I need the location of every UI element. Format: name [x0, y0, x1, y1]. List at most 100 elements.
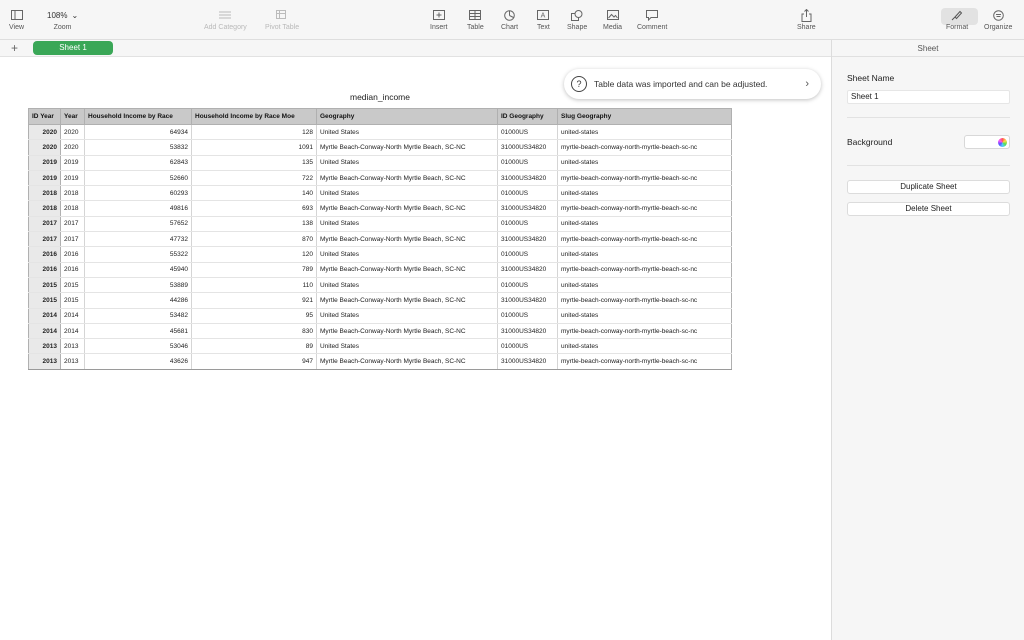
table-cell[interactable]: 2019 [60, 170, 85, 187]
header-cell[interactable]: Household Income by Race [84, 108, 192, 125]
table-cell[interactable]: united-states [557, 246, 732, 263]
table-cell[interactable]: 2020 [60, 123, 85, 141]
format-button[interactable]: Format [946, 7, 968, 31]
row-header-cell[interactable]: 2020 [28, 139, 61, 156]
table-cell[interactable]: 01000US [497, 215, 558, 233]
table-cell[interactable]: myrtle-beach-conway-north-myrtle-beach-s… [557, 231, 732, 248]
table-cell[interactable]: 44286 [84, 292, 192, 309]
help-icon[interactable]: ? [571, 76, 587, 92]
chevron-right-icon[interactable]: › [805, 78, 809, 90]
row-header-cell[interactable]: 2018 [28, 200, 61, 217]
table-button[interactable]: Table [467, 7, 484, 31]
table-cell[interactable]: United States [316, 246, 498, 263]
table-cell[interactable]: 2018 [60, 185, 85, 202]
media-button[interactable]: Media [603, 7, 622, 31]
table-cell[interactable]: 31000US34820 [497, 323, 558, 340]
row-header-cell[interactable]: 2016 [28, 262, 61, 278]
table-cell[interactable]: 43626 [84, 353, 192, 370]
row-header-cell[interactable]: 2016 [28, 246, 61, 263]
table-cell[interactable]: 62843 [84, 154, 192, 171]
row-header-cell[interactable]: 2019 [28, 154, 61, 171]
table-cell[interactable]: Myrtle Beach-Conway-North Myrtle Beach, … [316, 139, 498, 156]
table-cell[interactable]: 01000US [497, 276, 558, 294]
table-cell[interactable]: myrtle-beach-conway-north-myrtle-beach-s… [557, 292, 732, 309]
table-cell[interactable]: 870 [191, 231, 317, 248]
row-header-cell[interactable]: 2013 [28, 338, 61, 355]
table-cell[interactable]: myrtle-beach-conway-north-myrtle-beach-s… [557, 262, 732, 278]
table-cell[interactable]: 01000US [497, 338, 558, 355]
color-wheel-icon[interactable] [998, 138, 1007, 147]
table-cell[interactable]: 693 [191, 200, 317, 217]
table-cell[interactable]: United States [316, 307, 498, 324]
table-cell[interactable]: 2015 [60, 292, 85, 309]
row-header-cell[interactable]: 2015 [28, 276, 61, 294]
row-header-cell[interactable]: 2014 [28, 323, 61, 340]
table-cell[interactable]: 49816 [84, 200, 192, 217]
table-cell[interactable]: 89 [191, 338, 317, 355]
shape-button[interactable]: Shape [567, 7, 587, 31]
table-cell[interactable]: 138 [191, 215, 317, 233]
table-cell[interactable]: 2017 [60, 215, 85, 233]
table-cell[interactable]: united-states [557, 307, 732, 324]
table-cell[interactable]: Myrtle Beach-Conway-North Myrtle Beach, … [316, 200, 498, 217]
table-cell[interactable]: myrtle-beach-conway-north-myrtle-beach-s… [557, 323, 732, 340]
table-cell[interactable]: 2013 [60, 338, 85, 355]
table-cell[interactable]: myrtle-beach-conway-north-myrtle-beach-s… [557, 139, 732, 156]
table-cell[interactable]: united-states [557, 185, 732, 202]
header-cell[interactable]: ID Year [28, 108, 61, 125]
table-cell[interactable]: 128 [191, 123, 317, 141]
table-cell[interactable]: 31000US34820 [497, 353, 558, 370]
table-cell[interactable]: 47732 [84, 231, 192, 248]
table-cell[interactable]: 120 [191, 246, 317, 263]
row-header-cell[interactable]: 2015 [28, 292, 61, 309]
header-cell[interactable]: Year [60, 108, 85, 125]
sheet-name-field[interactable]: Sheet 1 [847, 90, 1010, 104]
background-color-well[interactable] [964, 135, 1010, 149]
table-cell[interactable]: 31000US34820 [497, 292, 558, 309]
share-button[interactable]: Share [797, 7, 816, 31]
organize-button[interactable]: Organize [984, 7, 1012, 31]
table-cell[interactable]: 2019 [60, 154, 85, 171]
table-cell[interactable]: 1091 [191, 139, 317, 156]
table-cell[interactable]: 722 [191, 170, 317, 187]
add-category-button[interactable]: Add Category [204, 7, 247, 31]
table-cell[interactable]: 830 [191, 323, 317, 340]
table-cell[interactable]: united-states [557, 338, 732, 355]
table-cell[interactable]: 45681 [84, 323, 192, 340]
table-cell[interactable]: 2020 [60, 139, 85, 156]
header-cell[interactable]: Geography [316, 108, 498, 125]
table-cell[interactable]: 60293 [84, 185, 192, 202]
table-cell[interactable]: 2013 [60, 353, 85, 370]
table-cell[interactable]: 31000US34820 [497, 200, 558, 217]
view-button[interactable]: View [9, 7, 24, 31]
row-header-cell[interactable]: 2014 [28, 307, 61, 324]
table-cell[interactable]: 31000US34820 [497, 262, 558, 278]
table-cell[interactable]: 140 [191, 185, 317, 202]
header-cell[interactable]: ID Geography [497, 108, 558, 125]
zoom-control[interactable]: 108% ⌄ Zoom [47, 7, 78, 32]
table-cell[interactable]: 01000US [497, 246, 558, 263]
row-header-cell[interactable]: 2017 [28, 215, 61, 233]
table-cell[interactable]: 95 [191, 307, 317, 324]
table-cell[interactable]: 947 [191, 353, 317, 370]
table-cell[interactable]: 31000US34820 [497, 139, 558, 156]
table-cell[interactable]: 01000US [497, 185, 558, 202]
table-cell[interactable]: 53889 [84, 276, 192, 294]
insert-button[interactable]: Insert [430, 7, 448, 31]
table-cell[interactable]: United States [316, 154, 498, 171]
table-cell[interactable]: 31000US34820 [497, 231, 558, 248]
text-button[interactable]: A Text [537, 7, 550, 31]
row-header-cell[interactable]: 2018 [28, 185, 61, 202]
table-cell[interactable]: myrtle-beach-conway-north-myrtle-beach-s… [557, 200, 732, 217]
table-cell[interactable]: 45940 [84, 262, 192, 278]
table-cell[interactable]: United States [316, 276, 498, 294]
table-cell[interactable]: 2017 [60, 231, 85, 248]
table-cell[interactable]: 53832 [84, 139, 192, 156]
row-header-cell[interactable]: 2020 [28, 123, 61, 141]
table-cell[interactable]: 31000US34820 [497, 170, 558, 187]
row-header-cell[interactable]: 2019 [28, 170, 61, 187]
table-cell[interactable]: 2018 [60, 200, 85, 217]
pivot-table-button[interactable]: Pivot Table [265, 7, 299, 31]
delete-sheet-button[interactable]: Delete Sheet [847, 202, 1010, 216]
table-cell[interactable]: United States [316, 338, 498, 355]
